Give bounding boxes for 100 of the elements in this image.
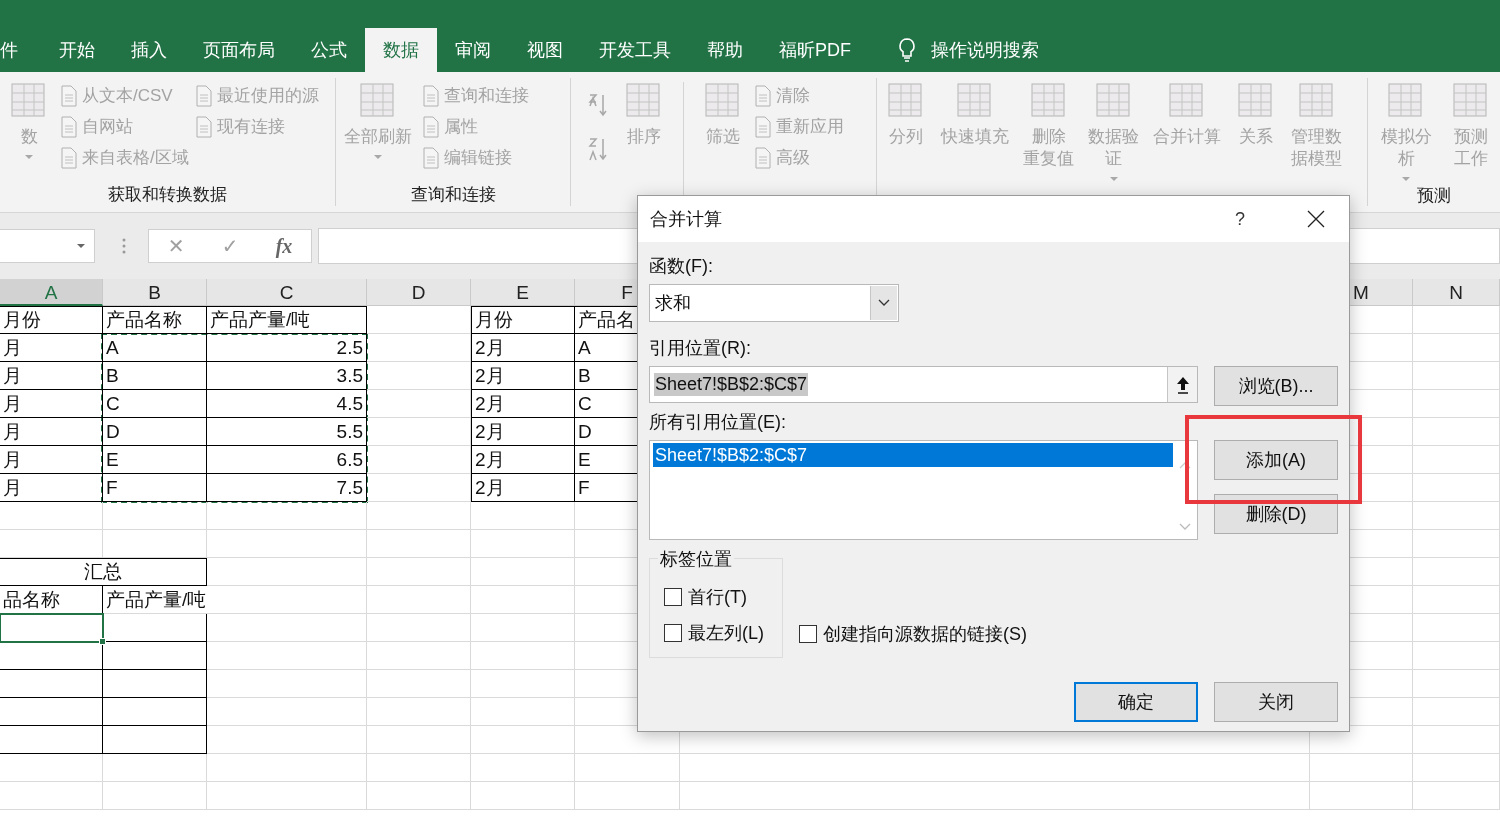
caret-icon	[76, 243, 86, 249]
document-icon	[60, 146, 78, 169]
ribbon-button[interactable]: 重新应用	[754, 115, 844, 138]
ribbon-button[interactable]: 来自表格/区域	[60, 146, 189, 169]
table-cell: A	[103, 334, 207, 362]
table-cell: 月份	[471, 306, 575, 334]
drag-handle-icon[interactable]	[122, 237, 126, 255]
ribbon-button[interactable]: 属性	[422, 115, 529, 138]
dialog-button[interactable]: 添加(A)	[1214, 440, 1338, 480]
ribbon-button[interactable]: 全部刷新	[340, 78, 416, 183]
column-header[interactable]: D	[367, 279, 471, 306]
document-icon	[422, 146, 440, 169]
caret-icon	[1108, 176, 1119, 182]
ribbon-tab[interactable]: 福昕PDF	[761, 28, 869, 72]
checkbox[interactable]	[664, 588, 682, 606]
collapse-button[interactable]	[1167, 367, 1198, 402]
ribbon-tab[interactable]: 帮助	[689, 28, 761, 72]
table-cell: 月	[0, 362, 103, 390]
reference-field[interactable]: Sheet7!$B$2:$C$7	[649, 366, 1199, 403]
search-link[interactable]: 操作说明搜索	[931, 28, 1039, 72]
enter-button[interactable]: ✓	[221, 234, 239, 258]
ribbon-button[interactable]: 高级	[754, 146, 844, 169]
dialog-title: 合并计算	[650, 208, 723, 231]
table-cell: 月	[0, 418, 103, 446]
table-cell: 月	[0, 474, 103, 502]
dialog-button[interactable]: 确定	[1074, 682, 1198, 722]
document-icon	[194, 84, 213, 107]
help-button[interactable]: ?	[1227, 204, 1253, 234]
sort-icon[interactable]	[587, 136, 609, 162]
table-cell: 产品产量/吨	[207, 306, 367, 334]
ribbon-tab[interactable]: 件	[0, 28, 41, 72]
table-cell: B	[103, 362, 207, 390]
ribbon-tab[interactable]: 数据	[365, 28, 437, 72]
scroll-up-icon[interactable]	[1179, 461, 1191, 469]
ribbon-button[interactable]: 最近使用的源	[194, 84, 319, 107]
table-cell: 5.5	[207, 418, 367, 446]
group-label: 标签位置	[658, 547, 734, 571]
chevron-icon	[878, 299, 890, 307]
group-label: 查询和连接	[409, 184, 497, 206]
ribbon-button[interactable]: 数	[4, 78, 54, 183]
ribbon-button[interactable]: 预测 工作	[1446, 78, 1496, 184]
function-dropdown[interactable]: 求和	[649, 284, 899, 322]
column-header[interactable]: A	[0, 279, 103, 306]
ribbon-tab[interactable]: 审阅	[437, 28, 509, 72]
dialog-button[interactable]: 关闭	[1214, 682, 1338, 722]
ribbon-tab[interactable]: 视图	[509, 28, 581, 72]
caret-icon	[1401, 176, 1411, 182]
document-icon	[60, 84, 78, 107]
checkbox-label: 首行(T)	[688, 586, 747, 609]
ribbon-button[interactable]: 自网站	[60, 115, 189, 138]
ribbon-button[interactable]: 编辑链接	[422, 146, 529, 169]
ribbon-tab[interactable]: 公式	[293, 28, 365, 72]
table-cell: 7.5	[207, 474, 367, 502]
document-icon	[422, 115, 440, 138]
cancel-button[interactable]: ✕	[167, 234, 185, 258]
ribbon-button[interactable]: 现有连接	[194, 115, 319, 138]
column-header[interactable]: N	[1413, 279, 1500, 306]
browse-button[interactable]: 浏览(B)...	[1214, 366, 1338, 406]
table-cell: 汇总	[0, 558, 207, 586]
document-icon	[754, 146, 772, 169]
table-cell: 2月	[471, 418, 575, 446]
ribbon-tab[interactable]: 开发工具	[581, 28, 689, 72]
document-icon	[60, 115, 78, 138]
sort-icon[interactable]	[587, 92, 609, 118]
dialog-button[interactable]: 删除(D)	[1214, 494, 1338, 534]
table-cell: 2月	[471, 474, 575, 502]
table-cell: 2月	[471, 362, 575, 390]
ribbon-tab[interactable]: 开始	[41, 28, 113, 72]
caret-icon	[373, 154, 383, 160]
table-cell: 月份	[0, 306, 103, 334]
reference-list[interactable]: Sheet7!$B$2:$C$7	[649, 440, 1198, 540]
close-icon	[1307, 210, 1325, 228]
ribbon-tab[interactable]: 页面布局	[185, 28, 293, 72]
column-header[interactable]: B	[103, 279, 207, 306]
checkbox-label: 创建指向源数据的链接(S)	[823, 623, 1027, 646]
ribbon-button[interactable]: 从文本/CSV	[60, 84, 189, 107]
table-cell: 产品产量/吨	[103, 586, 367, 614]
ribbon-button[interactable]: 模拟分析	[1372, 78, 1440, 184]
document-icon	[422, 84, 440, 107]
ribbon-button[interactable]: 清除	[754, 84, 844, 107]
checkbox[interactable]	[799, 625, 817, 643]
table-cell: D	[103, 418, 207, 446]
document-icon	[194, 115, 213, 138]
checkbox[interactable]	[664, 624, 682, 642]
table-cell: 产品名称	[103, 306, 207, 334]
table-cell: 2.5	[207, 334, 367, 362]
list-item[interactable]: Sheet7!$B$2:$C$7	[653, 443, 1173, 467]
insert-function-button[interactable]: fx	[275, 234, 293, 258]
column-header[interactable]: E	[471, 279, 575, 306]
ribbon-tab[interactable]: 插入	[113, 28, 185, 72]
column-header[interactable]: C	[207, 279, 367, 306]
group-label: 预测	[1416, 185, 1452, 207]
table-cell: 2月	[471, 446, 575, 474]
field-label: 函数(F):	[649, 255, 714, 278]
active-cell[interactable]	[0, 613, 104, 643]
ribbon-button[interactable]: 查询和连接	[422, 84, 529, 107]
table-cell: 2月	[471, 334, 575, 362]
table-cell: F	[103, 474, 207, 502]
table-cell: 6.5	[207, 446, 367, 474]
checkbox-label: 最左列(L)	[688, 622, 764, 645]
